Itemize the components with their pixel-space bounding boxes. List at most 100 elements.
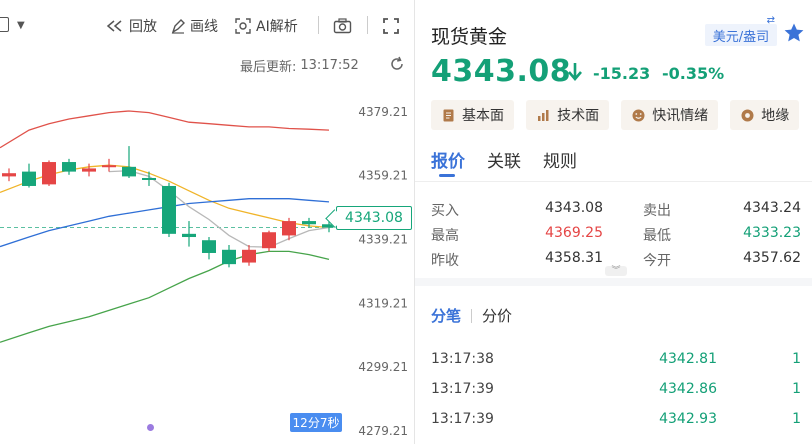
pill-geopolitics[interactable]: 地缘: [730, 100, 800, 130]
pill-label: 基本面: [462, 108, 504, 124]
tab-price-levels[interactable]: 分价: [482, 305, 512, 326]
candle-body: [162, 185, 176, 234]
current-price-tag: 4343.08: [336, 206, 412, 230]
section-separator: [415, 278, 812, 286]
tick-volume: 1: [792, 351, 801, 367]
series-line: [0, 250, 330, 343]
trade-tabs: 分笔 分价: [431, 305, 512, 326]
current-price-tag-value: 4343.08: [345, 210, 403, 226]
y-tick-label: 4279.21: [358, 424, 408, 438]
last-price: 4343.08: [431, 54, 572, 89]
prev-close-value: 4358.31: [545, 250, 603, 266]
low-value: 4333.23: [743, 225, 801, 241]
toolbar-divider: [318, 16, 319, 34]
pill-fundamentals[interactable]: 基本面: [431, 100, 514, 130]
bid-value: 4343.08: [545, 200, 603, 216]
high-label: 最高: [431, 228, 459, 244]
refresh-icon[interactable]: [389, 56, 405, 72]
ask-value: 4343.24: [743, 200, 801, 216]
toolbar-divider: [367, 16, 368, 34]
open-label: 今开: [643, 253, 671, 269]
candle-body: [142, 177, 156, 180]
series-line: [0, 110, 330, 149]
candle-body: [22, 171, 36, 186]
price-change-percent: -0.35%: [662, 64, 725, 83]
document-icon: [443, 109, 454, 121]
candle-body: [282, 221, 296, 236]
ai-analysis-button[interactable]: AI解析: [234, 16, 298, 36]
currency-unit-button[interactable]: 美元/盎司 ⇄: [705, 15, 777, 46]
chart-toolbar: ▼ 回放 画线 AI解析: [0, 0, 414, 50]
pill-technicals[interactable]: 技术面: [526, 100, 610, 130]
open-value: 4357.62: [743, 250, 801, 266]
quote-panel: 现货黄金 美元/盎司 ⇄ 4343.08 -15.23 -0.35% 基本面 技…: [415, 0, 812, 444]
screenshot-button[interactable]: [333, 16, 352, 36]
camera-icon: [333, 18, 352, 34]
candle-body: [122, 166, 136, 177]
candle-body: [82, 168, 96, 172]
tab-ticks[interactable]: 分笔: [431, 305, 461, 326]
analysis-pills: 基本面 技术面 快讯情绪 地缘: [431, 100, 812, 130]
y-tick-label: 4339.21: [358, 233, 408, 247]
instrument-name: 现货黄金: [431, 26, 508, 48]
pill-news-sentiment[interactable]: 快讯情绪: [621, 100, 719, 130]
arrow-down-icon: [568, 63, 582, 81]
quote-grid: 买入 4343.08 卖出 4343.24 最高 4369.25 最低 4333…: [431, 196, 801, 271]
replay-label: 回放: [129, 19, 157, 35]
high-value: 4369.25: [545, 225, 603, 241]
tick-volume: 1: [792, 381, 801, 397]
countdown-badge: 12分7秒: [290, 413, 342, 432]
tick-price: 4342.81: [659, 351, 717, 367]
low-label: 最低: [643, 228, 671, 244]
last-update: 最后更新: 13:17:52: [240, 55, 410, 75]
chart-type-icon[interactable]: [0, 17, 9, 32]
tick-time: 13:17:38: [431, 351, 494, 367]
candle-body: [182, 233, 196, 238]
bid-label: 买入: [431, 203, 459, 219]
ai-scan-icon: [235, 18, 251, 34]
candle-body: [62, 162, 76, 172]
candle-body: [2, 173, 16, 177]
star-icon[interactable]: [783, 22, 805, 44]
tab-quote[interactable]: 报价: [431, 147, 465, 177]
price-chart[interactable]: 4379.21 4359.21 4339.21 4319.21 4299.21 4279.…: [0, 80, 414, 444]
tick-row: 13:17:38 4342.81 1: [431, 346, 801, 376]
fullscreen-button[interactable]: [383, 16, 399, 36]
last-update-label: 最后更新:: [240, 59, 297, 75]
tab-rules[interactable]: 规则: [543, 147, 577, 177]
ai-analysis-label: AI解析: [256, 19, 298, 35]
replay-button[interactable]: 回放: [105, 16, 157, 36]
quote-row-bid-ask: 买入 4343.08 卖出 4343.24: [431, 196, 801, 221]
globe-icon: [741, 109, 754, 121]
tab-divider: [415, 181, 812, 182]
y-tick-label: 4359.21: [358, 169, 408, 183]
draw-line-button[interactable]: 画线: [170, 16, 218, 36]
tick-list: 13:17:38 4342.81 1 13:17:39 4342.86 1 13…: [431, 346, 801, 436]
face-icon: [632, 109, 645, 121]
price-change: -15.23: [593, 64, 651, 83]
chevron-down-icon[interactable]: ▼: [17, 20, 25, 31]
candle-body: [302, 221, 316, 225]
last-update-time: 13:17:52: [300, 57, 359, 73]
pill-label: 地缘: [761, 108, 790, 124]
candle-body: [262, 232, 276, 249]
tick-volume: 1: [792, 411, 801, 427]
swap-icon: ⇄: [766, 15, 775, 26]
rewind-icon: [106, 20, 122, 32]
quote-tabs: 报价 关联 规则: [431, 147, 577, 177]
tick-row: 13:17:39 4342.93 1: [431, 406, 801, 436]
y-tick-label: 4299.21: [358, 360, 408, 374]
fullscreen-icon: [383, 18, 399, 34]
prev-close-label: 昨收: [431, 253, 459, 269]
y-tick-label: 4319.21: [358, 296, 408, 310]
tab-related[interactable]: 关联: [487, 147, 521, 177]
event-marker[interactable]: [147, 424, 154, 431]
pen-icon: [171, 19, 185, 34]
candle-body: [222, 249, 236, 265]
countdown-value: 12分7秒: [292, 416, 340, 430]
expand-chevron-icon[interactable]: ︾: [605, 266, 627, 276]
tick-time: 13:17:39: [431, 381, 494, 397]
draw-line-label: 画线: [190, 19, 218, 35]
y-tick-label: 4379.21: [358, 105, 408, 119]
tick-price: 4342.86: [659, 381, 717, 397]
